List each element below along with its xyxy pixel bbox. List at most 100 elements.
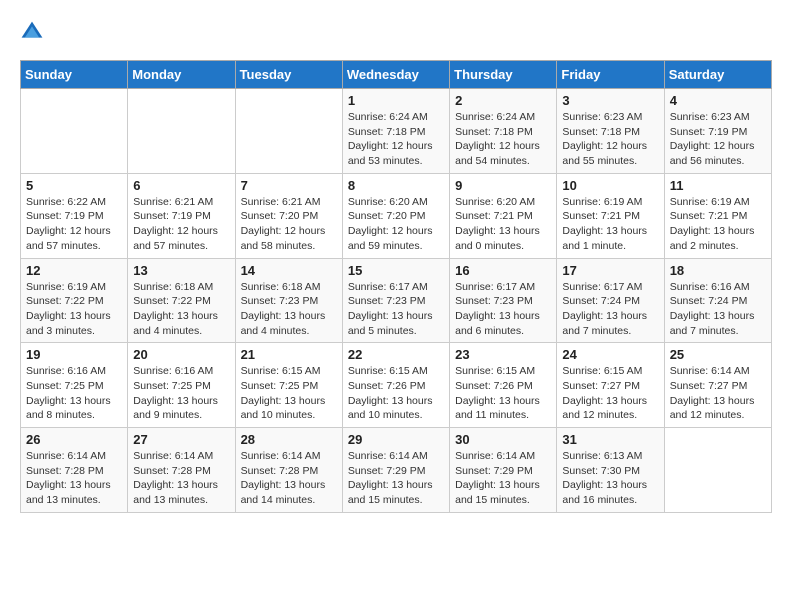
day-number: 5	[26, 178, 122, 193]
weekday-header-monday: Monday	[128, 61, 235, 89]
day-info: Sunrise: 6:21 AM Sunset: 7:20 PM Dayligh…	[241, 195, 337, 254]
day-number: 16	[455, 263, 551, 278]
calendar-cell: 11 Sunrise: 6:19 AM Sunset: 7:21 PM Dayli…	[664, 173, 771, 258]
day-number: 21	[241, 347, 337, 362]
calendar-cell: 10 Sunrise: 6:19 AM Sunset: 7:21 PM Dayli…	[557, 173, 664, 258]
calendar-cell: 19 Sunrise: 6:16 AM Sunset: 7:25 PM Dayli…	[21, 343, 128, 428]
day-number: 11	[670, 178, 766, 193]
day-info: Sunrise: 6:20 AM Sunset: 7:20 PM Dayligh…	[348, 195, 444, 254]
calendar-cell: 1 Sunrise: 6:24 AM Sunset: 7:18 PM Daylig…	[342, 89, 449, 174]
week-row-1: 1 Sunrise: 6:24 AM Sunset: 7:18 PM Daylig…	[21, 89, 772, 174]
day-info: Sunrise: 6:19 AM Sunset: 7:21 PM Dayligh…	[670, 195, 766, 254]
calendar-cell: 24Sunrise: 6:15 AM Sunset: 7:27 PM Dayli…	[557, 343, 664, 428]
week-row-3: 12 Sunrise: 6:19 AM Sunset: 7:22 PM Dayli…	[21, 258, 772, 343]
day-number: 18	[670, 263, 766, 278]
day-number: 1	[348, 93, 444, 108]
day-info: Sunrise: 6:22 AM Sunset: 7:19 PM Dayligh…	[26, 195, 122, 254]
day-number: 22	[348, 347, 444, 362]
day-info: Sunrise: 6:18 AM Sunset: 7:22 PM Dayligh…	[133, 280, 229, 339]
calendar-cell	[128, 89, 235, 174]
calendar-cell: 6 Sunrise: 6:21 AM Sunset: 7:19 PM Daylig…	[128, 173, 235, 258]
day-number: 4	[670, 93, 766, 108]
calendar-cell: 13Sunrise: 6:18 AM Sunset: 7:22 PM Dayli…	[128, 258, 235, 343]
logo	[20, 20, 48, 44]
day-info: Sunrise: 6:17 AM Sunset: 7:24 PM Dayligh…	[562, 280, 658, 339]
calendar-cell: 7Sunrise: 6:21 AM Sunset: 7:20 PM Daylig…	[235, 173, 342, 258]
day-info: Sunrise: 6:20 AM Sunset: 7:21 PM Dayligh…	[455, 195, 551, 254]
day-number: 8	[348, 178, 444, 193]
calendar-table: SundayMondayTuesdayWednesdayThursdayFrid…	[20, 60, 772, 513]
day-info: Sunrise: 6:14 AM Sunset: 7:28 PM Dayligh…	[133, 449, 229, 508]
calendar-cell: 22 Sunrise: 6:15 AM Sunset: 7:26 PM Dayli…	[342, 343, 449, 428]
day-info: Sunrise: 6:13 AM Sunset: 7:30 PM Dayligh…	[562, 449, 658, 508]
week-row-2: 5 Sunrise: 6:22 AM Sunset: 7:19 PM Daylig…	[21, 173, 772, 258]
calendar-cell: 8 Sunrise: 6:20 AM Sunset: 7:20 PM Daylig…	[342, 173, 449, 258]
calendar-cell: 18 Sunrise: 6:16 AM Sunset: 7:24 PM Dayli…	[664, 258, 771, 343]
calendar-cell: 17 Sunrise: 6:17 AM Sunset: 7:24 PM Dayli…	[557, 258, 664, 343]
day-info: Sunrise: 6:16 AM Sunset: 7:24 PM Dayligh…	[670, 280, 766, 339]
calendar-cell: 20 Sunrise: 6:16 AM Sunset: 7:25 PM Dayli…	[128, 343, 235, 428]
calendar-cell: 30 Sunrise: 6:14 AM Sunset: 7:29 PM Dayli…	[450, 428, 557, 513]
day-info: Sunrise: 6:14 AM Sunset: 7:28 PM Dayligh…	[26, 449, 122, 508]
day-number: 14	[241, 263, 337, 278]
day-number: 26	[26, 432, 122, 447]
day-info: Sunrise: 6:15 AM Sunset: 7:25 PM Dayligh…	[241, 364, 337, 423]
day-number: 17	[562, 263, 658, 278]
day-info: Sunrise: 6:19 AM Sunset: 7:22 PM Dayligh…	[26, 280, 122, 339]
weekday-header-thursday: Thursday	[450, 61, 557, 89]
week-row-4: 19 Sunrise: 6:16 AM Sunset: 7:25 PM Dayli…	[21, 343, 772, 428]
day-info: Sunrise: 6:14 AM Sunset: 7:29 PM Dayligh…	[455, 449, 551, 508]
day-number: 2	[455, 93, 551, 108]
day-info: Sunrise: 6:23 AM Sunset: 7:18 PM Dayligh…	[562, 110, 658, 169]
calendar-cell: 25Sunrise: 6:14 AM Sunset: 7:27 PM Dayli…	[664, 343, 771, 428]
calendar-cell: 29 Sunrise: 6:14 AM Sunset: 7:29 PM Dayli…	[342, 428, 449, 513]
day-number: 30	[455, 432, 551, 447]
day-number: 15	[348, 263, 444, 278]
calendar-cell: 12 Sunrise: 6:19 AM Sunset: 7:22 PM Dayli…	[21, 258, 128, 343]
day-number: 24	[562, 347, 658, 362]
day-number: 27	[133, 432, 229, 447]
day-number: 9	[455, 178, 551, 193]
day-info: Sunrise: 6:15 AM Sunset: 7:26 PM Dayligh…	[455, 364, 551, 423]
day-number: 31	[562, 432, 658, 447]
calendar-cell	[664, 428, 771, 513]
day-info: Sunrise: 6:16 AM Sunset: 7:25 PM Dayligh…	[26, 364, 122, 423]
calendar-cell: 9 Sunrise: 6:20 AM Sunset: 7:21 PM Daylig…	[450, 173, 557, 258]
calendar-cell: 15Sunrise: 6:17 AM Sunset: 7:23 PM Dayli…	[342, 258, 449, 343]
calendar-cell: 14 Sunrise: 6:18 AM Sunset: 7:23 PM Dayli…	[235, 258, 342, 343]
day-info: Sunrise: 6:19 AM Sunset: 7:21 PM Dayligh…	[562, 195, 658, 254]
day-info: Sunrise: 6:23 AM Sunset: 7:19 PM Dayligh…	[670, 110, 766, 169]
day-info: Sunrise: 6:24 AM Sunset: 7:18 PM Dayligh…	[455, 110, 551, 169]
day-info: Sunrise: 6:18 AM Sunset: 7:23 PM Dayligh…	[241, 280, 337, 339]
day-number: 12	[26, 263, 122, 278]
calendar-cell: 28Sunrise: 6:14 AM Sunset: 7:28 PM Dayli…	[235, 428, 342, 513]
day-number: 20	[133, 347, 229, 362]
weekday-header-sunday: Sunday	[21, 61, 128, 89]
calendar-cell: 21 Sunrise: 6:15 AM Sunset: 7:25 PM Dayli…	[235, 343, 342, 428]
day-info: Sunrise: 6:17 AM Sunset: 7:23 PM Dayligh…	[455, 280, 551, 339]
weekday-header-saturday: Saturday	[664, 61, 771, 89]
calendar-cell	[235, 89, 342, 174]
day-number: 3	[562, 93, 658, 108]
day-info: Sunrise: 6:16 AM Sunset: 7:25 PM Dayligh…	[133, 364, 229, 423]
calendar-cell: 27 Sunrise: 6:14 AM Sunset: 7:28 PM Dayli…	[128, 428, 235, 513]
calendar-cell: 16 Sunrise: 6:17 AM Sunset: 7:23 PM Dayli…	[450, 258, 557, 343]
calendar-cell: 5 Sunrise: 6:22 AM Sunset: 7:19 PM Daylig…	[21, 173, 128, 258]
weekday-header-wednesday: Wednesday	[342, 61, 449, 89]
day-number: 10	[562, 178, 658, 193]
page-header	[20, 20, 772, 44]
day-number: 25	[670, 347, 766, 362]
day-info: Sunrise: 6:15 AM Sunset: 7:26 PM Dayligh…	[348, 364, 444, 423]
day-number: 28	[241, 432, 337, 447]
calendar-cell: 31 Sunrise: 6:13 AM Sunset: 7:30 PM Dayli…	[557, 428, 664, 513]
day-number: 19	[26, 347, 122, 362]
day-info: Sunrise: 6:14 AM Sunset: 7:29 PM Dayligh…	[348, 449, 444, 508]
day-number: 23	[455, 347, 551, 362]
calendar-cell: 3 Sunrise: 6:23 AM Sunset: 7:18 PM Daylig…	[557, 89, 664, 174]
day-number: 6	[133, 178, 229, 193]
weekday-header-tuesday: Tuesday	[235, 61, 342, 89]
calendar-cell: 26 Sunrise: 6:14 AM Sunset: 7:28 PM Dayli…	[21, 428, 128, 513]
day-info: Sunrise: 6:21 AM Sunset: 7:19 PM Dayligh…	[133, 195, 229, 254]
day-number: 29	[348, 432, 444, 447]
day-info: Sunrise: 6:24 AM Sunset: 7:18 PM Dayligh…	[348, 110, 444, 169]
